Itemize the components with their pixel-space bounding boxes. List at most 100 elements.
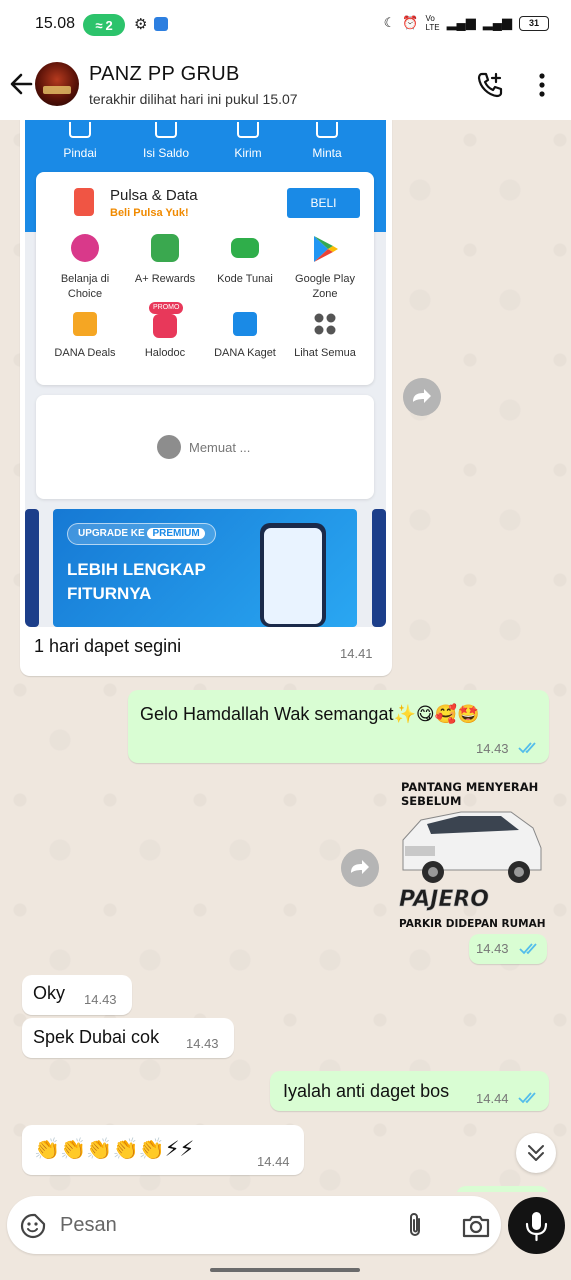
grid-item: DANA Deals — [45, 310, 125, 361]
grid-item-label: A+ Rewards — [134, 273, 196, 285]
sticker-text-top1: PANTANG MENYERAH — [401, 780, 538, 794]
more-vert-icon[interactable] — [532, 72, 552, 98]
services-card: Pulsa & Data Beli Pulsa Yuk! BELI Belanj… — [36, 172, 374, 385]
chat-title[interactable]: PANZ PP GRUB — [89, 63, 240, 86]
beli-button: BELI — [287, 188, 360, 218]
message-time: 14.44 — [257, 1154, 290, 1169]
sticker-time-pill: 14.43 — [469, 934, 547, 964]
choice-icon — [71, 234, 99, 262]
sticker-text-bottom: PARKIR DIDEPAN RUMAH — [399, 918, 546, 930]
quick-action-label: Pindai — [63, 146, 97, 160]
signal-icon: ▂▄▆ — [446, 15, 476, 30]
volte-icon: Vo LTE — [425, 14, 440, 32]
quick-action: Isi Saldo — [131, 122, 201, 160]
microphone-icon — [525, 1212, 548, 1242]
message-input[interactable]: Pesan — [60, 1214, 117, 1237]
back-arrow-icon[interactable] — [8, 70, 34, 98]
message-time: 14.44 — [476, 1091, 509, 1106]
scan-icon — [69, 122, 91, 138]
hotspot-count: 2 — [105, 17, 113, 33]
chat-header: PANZ PP GRUB terakhir dilihat hari ini p… — [0, 50, 571, 120]
status-bar: 15.08 ≈ 2 ⚙ ☾ ⏰ Vo LTE ▂▄▆ ▂▄▆ 31 — [0, 0, 571, 50]
attach-icon[interactable] — [405, 1211, 425, 1239]
phone-illustration — [260, 523, 326, 627]
quick-action-label: Kirim — [234, 146, 262, 160]
quick-action-label: Minta — [312, 146, 342, 160]
grid-item: Google Play Zone — [285, 234, 365, 302]
image-caption: 1 hari dapet segini — [34, 636, 182, 656]
message-bubble-incoming[interactable]: Spek Dubai cok 14.43 — [22, 1018, 234, 1058]
banner-next — [372, 509, 386, 627]
message-text: Gelo Hamdallah Wak semangat✨😋🥰🤩 — [140, 704, 480, 724]
sticker-emoji-icon[interactable] — [19, 1212, 47, 1240]
send-money-icon — [237, 122, 259, 138]
banner-pill: UPGRADE KE PREMIUM — [67, 523, 216, 545]
forward-icon[interactable] — [403, 378, 441, 416]
message-text: 👏👏👏👏👏⚡⚡ — [34, 1138, 195, 1161]
read-ticks-icon — [518, 1092, 536, 1104]
loading-icon — [157, 435, 181, 459]
grid-item: PROMO Halodoc — [125, 302, 205, 361]
add-call-icon[interactable] — [476, 71, 504, 99]
kode-tunai-icon — [231, 238, 259, 258]
dana-kaget-icon — [233, 312, 257, 336]
sticker-image[interactable]: PANTANG MENYERAH SEBELUM PAJERO PARKIR D… — [391, 778, 551, 934]
image-message[interactable]: Pindai Isi Saldo Kirim Minta Pulsa & Dat… — [20, 120, 392, 676]
grid-item-label: Google Play Zone — [295, 273, 355, 300]
message-bubble-outgoing-partial[interactable] — [456, 1186, 549, 1192]
grid-item: DANA Kaget — [205, 310, 285, 361]
grid-item: Kode Tunai — [205, 234, 285, 287]
grid-item-label: DANA Deals — [54, 347, 116, 359]
banner-line-1: LEBIH LENGKAP — [67, 560, 206, 579]
hotspot-icon: ≈ — [95, 17, 103, 33]
pulsa-title: Pulsa & Data — [110, 187, 198, 204]
scroll-down-button[interactable] — [516, 1133, 556, 1173]
message-time: 14.43 — [84, 992, 117, 1007]
banner-line-2: FITURNYA — [67, 584, 152, 603]
message-bubble-outgoing[interactable]: Gelo Hamdallah Wak semangat✨😋🥰🤩 14.43 — [128, 690, 549, 763]
alarm-icon: ⏰ — [402, 15, 419, 30]
grid-item: Lihat Semua — [285, 310, 365, 361]
message-time: 14.43 — [186, 1036, 219, 1051]
banner-prev — [25, 509, 39, 627]
message-input-bar[interactable]: Pesan — [7, 1196, 501, 1254]
grid-item: Belanja di Choice — [45, 234, 125, 302]
read-ticks-icon — [518, 742, 536, 754]
forward-icon[interactable] — [341, 849, 379, 887]
message-bubble-incoming[interactable]: 👏👏👏👏👏⚡⚡ 14.44 — [22, 1125, 304, 1175]
quick-action: Minta — [292, 122, 362, 160]
grid-item-label: Lihat Semua — [294, 347, 356, 359]
status-right-icons: ☾ ⏰ Vo LTE ▂▄▆ ▂▄▆ 31 — [384, 14, 549, 32]
grid-item-label: Kode Tunai — [217, 273, 273, 285]
last-seen-status[interactable]: terakhir dilihat hari ini pukul 15.07 — [89, 91, 298, 107]
premium-label: PREMIUM — [147, 528, 205, 539]
chat-area[interactable]: Pindai Isi Saldo Kirim Minta Pulsa & Dat… — [0, 120, 571, 1192]
battery-icon: 31 — [519, 15, 549, 31]
dana-deals-icon — [73, 312, 97, 336]
voice-record-button[interactable] — [508, 1197, 565, 1254]
moon-icon: ☾ — [383, 15, 396, 30]
rewards-icon — [151, 234, 179, 262]
quick-action: Pindai — [45, 122, 115, 160]
message-time: 14.43 — [476, 941, 509, 956]
sticker-text-top2: SEBELUM — [401, 794, 461, 808]
message-bubble-incoming[interactable]: Oky 14.43 — [22, 975, 132, 1015]
message-bubble-outgoing[interactable]: Iyalah anti daget bos 14.44 — [270, 1071, 549, 1111]
gear-icon: ⚙ — [134, 16, 148, 33]
home-indicator[interactable] — [210, 1268, 360, 1272]
banner-pill-text: UPGRADE KE — [78, 528, 145, 539]
loading-card: Memuat ... — [36, 395, 374, 499]
google-play-icon — [314, 236, 338, 262]
pulsa-icon — [74, 188, 94, 216]
grid-item-label: DANA Kaget — [214, 347, 276, 359]
phone-screen — [264, 528, 322, 624]
avatar[interactable] — [35, 62, 79, 106]
quick-action-label: Isi Saldo — [142, 146, 190, 160]
topup-icon — [155, 122, 177, 138]
halodoc-icon — [153, 314, 177, 338]
message-time: 14.43 — [476, 741, 509, 756]
image-preview[interactable]: Pindai Isi Saldo Kirim Minta Pulsa & Dat… — [25, 120, 386, 627]
grid-item-label: Halodoc — [144, 347, 186, 359]
camera-icon[interactable] — [461, 1213, 491, 1239]
premium-banner: UPGRADE KE PREMIUM LEBIH LENGKAP FITURNY… — [53, 509, 357, 627]
